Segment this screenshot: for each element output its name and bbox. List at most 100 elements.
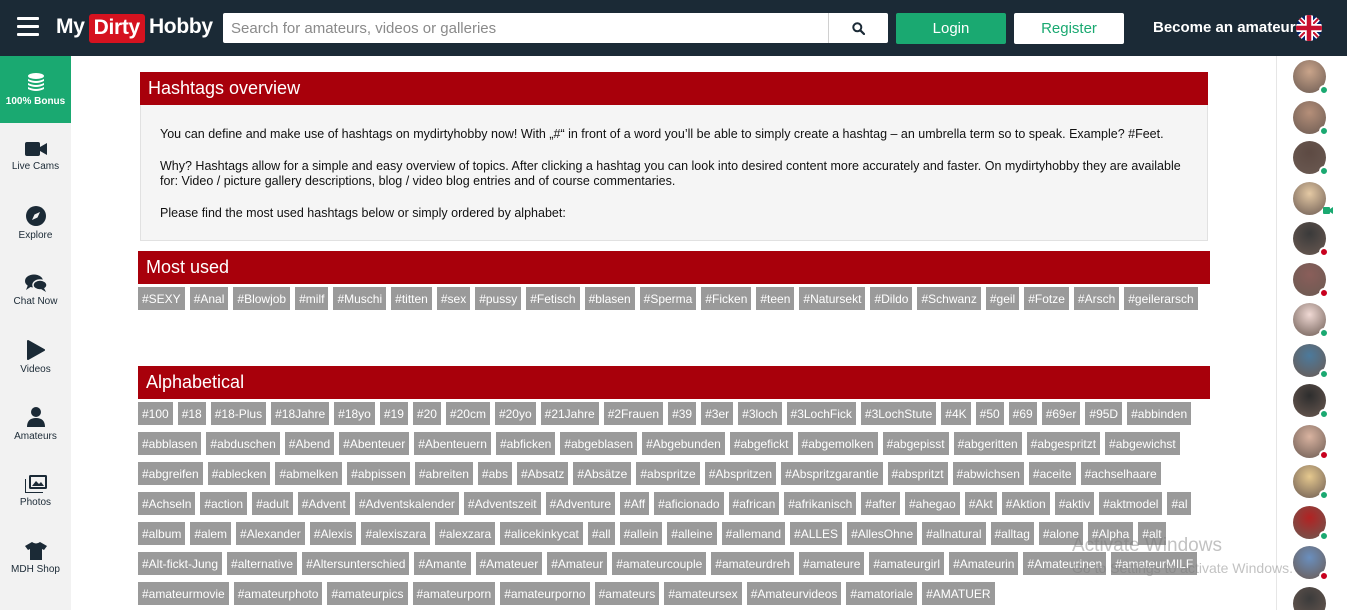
hashtag-link[interactable]: #Amateuer (475, 552, 543, 575)
hashtag-link[interactable]: #alexiszara (361, 522, 431, 545)
hashtag-link[interactable]: #abreiten (414, 462, 473, 485)
hashtag-link[interactable]: #Anal (189, 287, 229, 310)
hashtag-link[interactable]: #39 (668, 402, 697, 425)
hashtag-link[interactable]: #3LochStute (860, 402, 937, 425)
hashtag-link[interactable]: #69 (1008, 402, 1037, 425)
site-logo[interactable]: My Dirty Hobby (56, 9, 213, 45)
amateur-avatar[interactable] (1293, 546, 1329, 581)
hashtag-link[interactable]: #Abspritzgarantie (781, 462, 883, 485)
hashtag-link[interactable]: #3er (701, 402, 734, 425)
hashtag-link[interactable]: #aktmodel (1099, 492, 1163, 515)
menu-icon[interactable] (17, 17, 39, 37)
hashtag-link[interactable]: #abgefickt (729, 432, 793, 455)
hashtag-link[interactable]: #Fotze (1024, 287, 1069, 310)
hashtag-link[interactable]: #amateurmovie (138, 582, 229, 605)
hashtag-link[interactable]: #african (728, 492, 780, 515)
hashtag-link[interactable]: #Adventszeit (463, 492, 541, 515)
hashtag-link[interactable]: #aktiv (1054, 492, 1095, 515)
amateur-avatar[interactable] (1293, 424, 1329, 460)
hashtag-link[interactable]: #100 (138, 402, 173, 425)
amateur-avatar[interactable] (1293, 181, 1333, 215)
hashtag-link[interactable]: #amateurcouple (612, 552, 707, 575)
hashtag-link[interactable]: #Abend (284, 432, 335, 455)
hashtag-link[interactable]: #abwichsen (952, 462, 1024, 485)
hashtag-link[interactable]: #aceite (1028, 462, 1076, 485)
amateur-avatar[interactable] (1293, 262, 1329, 298)
hashtag-link[interactable]: #69er (1041, 402, 1081, 425)
hashtag-link[interactable]: #Alt-fickt-Jung (138, 552, 223, 575)
hashtag-link[interactable]: #20yo (494, 402, 536, 425)
hashtag-link[interactable]: #alternative (227, 552, 298, 575)
sidebar-item-videos[interactable]: Videos (0, 324, 71, 391)
hashtag-link[interactable]: #18 (177, 402, 206, 425)
hashtag-link[interactable]: #abbinden (1127, 402, 1192, 425)
hashtag-link[interactable]: #Arsch (1073, 287, 1120, 310)
hashtag-link[interactable]: #sex (436, 287, 471, 310)
hashtag-link[interactable]: #Fetisch (526, 287, 580, 310)
hashtag-link[interactable]: #adult (252, 492, 293, 515)
hashtag-link[interactable]: #50 (975, 402, 1004, 425)
hashtag-link[interactable]: #aficionado (654, 492, 724, 515)
hashtag-link[interactable]: #abgemolken (797, 432, 878, 455)
hashtag-link[interactable]: #abduschen (206, 432, 280, 455)
hashtag-link[interactable]: #allein (619, 522, 663, 545)
hashtag-link[interactable]: #Abenteuer (339, 432, 410, 455)
hashtag-link[interactable]: #amateure (799, 552, 865, 575)
amateur-avatar[interactable] (1293, 60, 1329, 95)
hashtag-link[interactable]: #18yo (334, 402, 375, 425)
hashtag-link[interactable]: #abs (477, 462, 512, 485)
hashtag-link[interactable]: #abgespritzt (1026, 432, 1101, 455)
sidebar-item-photos[interactable]: Photos (0, 458, 71, 525)
hashtag-link[interactable]: #AllesOhne (847, 522, 918, 545)
hashtag-link[interactable]: #amateurgirl (869, 552, 945, 575)
amateur-avatar[interactable] (1293, 100, 1329, 136)
hashtag-link[interactable]: #alltag (990, 522, 1034, 545)
amateur-avatar[interactable] (1293, 465, 1329, 500)
hashtag-link[interactable]: #Absatz (516, 462, 569, 485)
hashtag-link[interactable]: #all (587, 522, 615, 545)
hashtag-link[interactable]: #Amateurin (949, 552, 1019, 575)
hashtag-link[interactable]: #Akt (964, 492, 997, 515)
hashtag-link[interactable]: #3LochFick (786, 402, 856, 425)
hashtag-link[interactable]: #Aktion (1001, 492, 1050, 515)
hashtag-link[interactable]: #Dildo (870, 287, 913, 310)
hashtag-link[interactable]: #Absätze (573, 462, 632, 485)
hashtag-link[interactable]: #Abgebunden (642, 432, 725, 455)
hashtag-link[interactable]: #alexzara (435, 522, 496, 545)
hashtag-link[interactable]: #amateurdreh (711, 552, 795, 575)
hashtag-link[interactable]: #blasen (584, 287, 635, 310)
hashtag-link[interactable]: #ALLES (790, 522, 843, 545)
hashtag-link[interactable]: #18-Plus (210, 402, 267, 425)
hashtag-link[interactable]: #Natursekt (799, 287, 866, 310)
amateur-avatar[interactable] (1293, 303, 1329, 338)
login-button[interactable]: Login (896, 13, 1006, 44)
sidebar-item-shop[interactable]: MDH Shop (0, 525, 71, 592)
hashtag-link[interactable]: #abficken (495, 432, 556, 455)
hashtag-link[interactable]: #ahegao (904, 492, 960, 515)
hashtag-link[interactable]: #teen (756, 287, 795, 310)
sidebar-item-bonus[interactable]: 100% Bonus (0, 56, 71, 123)
hashtag-link[interactable]: #allnatural (922, 522, 986, 545)
hashtag-link[interactable]: #amateurporn (412, 582, 496, 605)
hashtag-link[interactable]: #amateurphoto (233, 582, 323, 605)
hashtag-link[interactable]: #abgeritten (953, 432, 1022, 455)
hashtag-link[interactable]: #Sperma (639, 287, 697, 310)
hashtag-link[interactable]: #Abenteuern (414, 432, 491, 455)
hashtag-link[interactable]: #20cm (445, 402, 490, 425)
search-button[interactable] (828, 13, 888, 43)
hashtag-link[interactable]: #titten (391, 287, 432, 310)
hashtag-link[interactable]: #AMATUER (922, 582, 995, 605)
hashtag-link[interactable]: #Abspritzen (704, 462, 777, 485)
hashtag-link[interactable]: #amateurporno (500, 582, 590, 605)
hashtag-link[interactable]: #Muschi (333, 287, 387, 310)
hashtag-link[interactable]: #95D (1085, 402, 1123, 425)
hashtag-link[interactable]: #amatoriale (846, 582, 918, 605)
hashtag-link[interactable]: #Advent (297, 492, 350, 515)
hashtag-link[interactable]: #Amateur (547, 552, 608, 575)
hashtag-link[interactable]: #Schwanz (917, 287, 981, 310)
become-amateur-link[interactable]: Become an amateur (1153, 19, 1296, 36)
search-input[interactable] (223, 13, 828, 43)
hashtag-link[interactable]: #Amateurvideos (746, 582, 842, 605)
hashtag-link[interactable]: #amateurpics (327, 582, 408, 605)
hashtag-link[interactable]: #Aff (620, 492, 650, 515)
